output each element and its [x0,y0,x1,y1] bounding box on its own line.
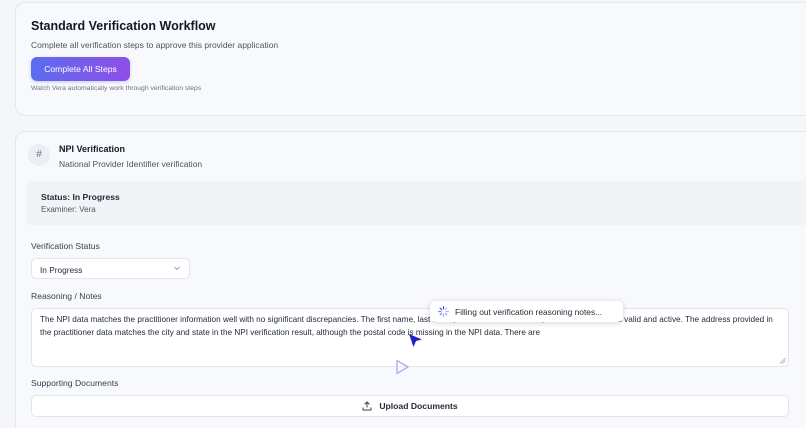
hash-icon: # [28,144,50,166]
npi-verification-card: # NPI Verification National Provider Ide… [15,131,806,428]
cursor-icon [409,334,422,347]
reasoning-notes-text: The NPI data matches the practitioner in… [40,315,773,337]
upload-documents-label: Upload Documents [379,401,458,411]
agent-status-text: Filling out verification reasoning notes… [455,307,603,317]
verification-status-label: Verification Status [31,241,100,251]
reasoning-notes-label: Reasoning / Notes [31,291,102,301]
agent-status-tooltip: Filling out verification reasoning notes… [430,301,623,322]
workflow-card: Standard Verification Workflow Complete … [15,2,806,116]
workflow-subtitle: Complete all verification steps to appro… [31,40,279,50]
complete-all-steps-button[interactable]: Complete All Steps [31,57,130,81]
upload-icon [362,401,372,411]
npi-description: National Provider Identifier verificatio… [59,159,203,169]
verification-status-value: In Progress [40,265,83,275]
play-icon[interactable] [393,358,411,376]
status-text: Status: In Progress [41,192,120,202]
npi-title: NPI Verification [59,144,126,154]
resize-handle-icon[interactable] [779,357,786,364]
verification-status-select[interactable]: In Progress [31,258,190,279]
workflow-title: Standard Verification Workflow [31,19,216,33]
chevron-down-icon [174,266,180,271]
spinner-icon [438,306,449,317]
workflow-hint: Watch Vera automatically work through ve… [31,85,202,92]
status-panel: Status: In Progress Examiner: Vera [26,181,806,225]
supporting-documents-label: Supporting Documents [31,378,119,388]
upload-documents-button[interactable]: Upload Documents [31,395,789,417]
examiner-text: Examiner: Vera [41,205,96,214]
